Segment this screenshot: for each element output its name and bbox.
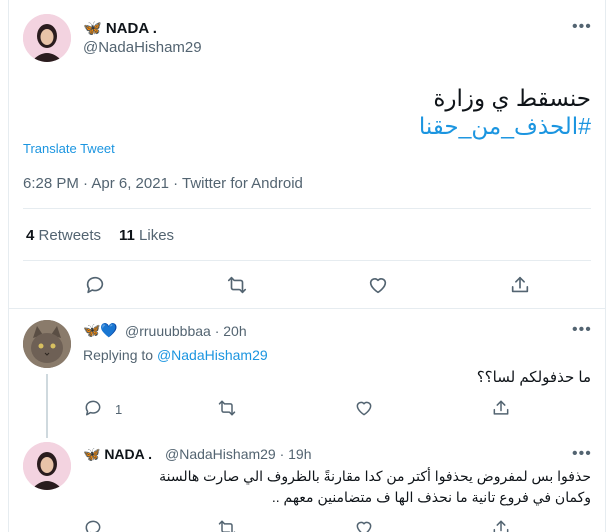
avatar[interactable] — [23, 442, 71, 490]
retweet-icon[interactable] — [217, 518, 237, 532]
retweet-icon[interactable] — [226, 274, 248, 296]
share-icon[interactable] — [509, 274, 531, 296]
reply-text-line-2: وكمان في فروع تانية ما نحذف الها ف متضام… — [271, 489, 591, 505]
more-options-icon[interactable]: ••• — [572, 322, 592, 338]
likes-label: Likes — [139, 227, 175, 244]
hashtag-link[interactable]: #الحذف_من_حقنا — [419, 113, 591, 140]
display-name[interactable]: 🦋 NADA . — [83, 446, 152, 463]
like-icon[interactable] — [354, 518, 374, 532]
display-name[interactable]: 🦋 NADA . — [83, 19, 157, 37]
divider — [23, 208, 591, 209]
like-icon[interactable] — [367, 274, 389, 296]
divider — [23, 260, 591, 261]
likes-count: 11 — [119, 227, 135, 244]
handle-time[interactable]: @NadaHisham29 · 19h — [165, 446, 312, 462]
tweet-text: حنسقط ي وزارة — [433, 85, 591, 111]
like-icon[interactable] — [354, 398, 374, 418]
tweet-thread: 🦋 NADA . @NadaHisham29 ••• حنسقط ي وزارة… — [8, 0, 606, 532]
reply-text-line-1: حذفوا بس لمفروض يحذفوا أكتر من كدا مقارن… — [159, 468, 591, 484]
retweets-count: 4 — [26, 227, 35, 244]
handle[interactable]: @NadaHisham29 — [83, 39, 202, 56]
display-name[interactable]: 🦋💙 — [83, 322, 118, 339]
more-options-icon[interactable]: ••• — [572, 446, 592, 462]
handle-time[interactable]: @rruuubbbaa · 20h — [125, 323, 247, 339]
translate-link[interactable]: Translate Tweet — [23, 141, 115, 156]
likes-stat[interactable]: 11 Likes — [119, 227, 174, 244]
avatar[interactable] — [23, 14, 71, 62]
retweets-stat[interactable]: 4 Retweets — [26, 227, 101, 244]
replying-to: Replying to @NadaHisham29 — [83, 347, 268, 363]
thread-line — [46, 374, 48, 438]
replying-to-handle[interactable]: @NadaHisham29 — [157, 347, 268, 363]
more-options-icon[interactable]: ••• — [572, 19, 592, 35]
replying-to-label: Replying to — [83, 347, 154, 363]
tweet-timestamp[interactable]: 6:28 PM · Apr 6, 2021 · Twitter for Andr… — [23, 175, 303, 192]
reply-text: ما حذفولكم لسا؟؟ — [476, 369, 591, 386]
reply-icon[interactable] — [83, 518, 103, 532]
retweets-label: Retweets — [38, 227, 102, 244]
reply-icon[interactable] — [84, 274, 106, 296]
avatar[interactable] — [23, 320, 71, 368]
reply-count: 1 — [115, 402, 123, 417]
retweet-icon[interactable] — [217, 398, 237, 418]
share-icon[interactable] — [491, 518, 511, 532]
share-icon[interactable] — [491, 398, 511, 418]
reply-icon[interactable] — [83, 398, 103, 418]
divider — [9, 308, 605, 309]
